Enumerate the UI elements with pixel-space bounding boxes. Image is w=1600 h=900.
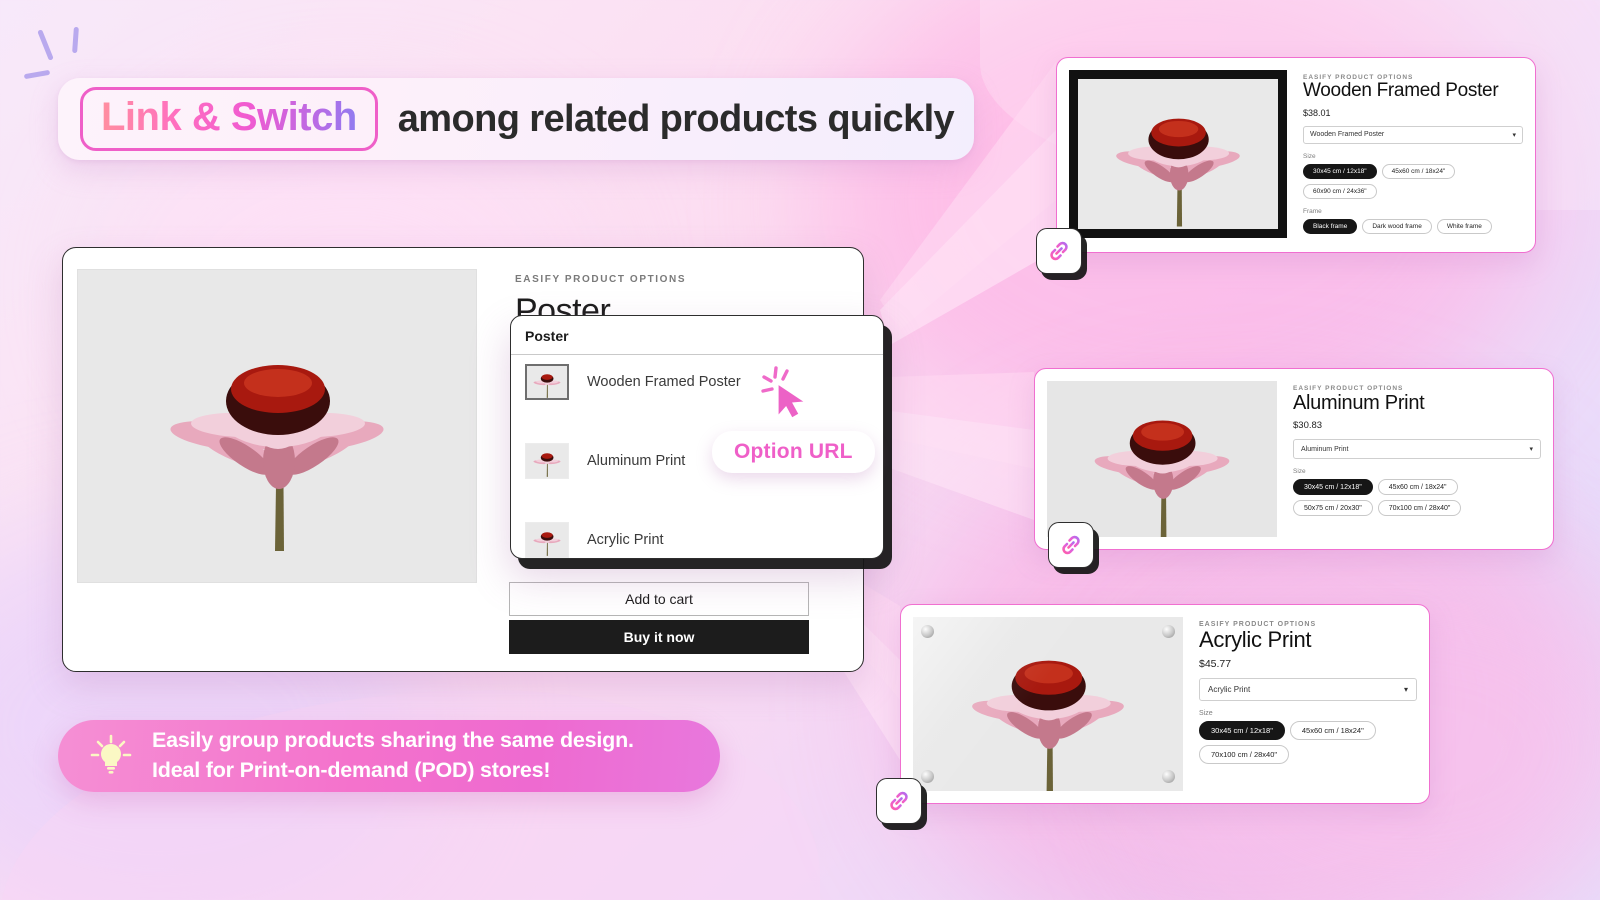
standoff-screw-icon xyxy=(1162,625,1175,638)
option-group-label-size: Size xyxy=(1303,152,1316,160)
link-badge-acrylic-print[interactable] xyxy=(876,778,922,824)
chevron-down-icon: ▾ xyxy=(1403,685,1408,695)
flower-illustration xyxy=(533,374,561,398)
product-card-acrylic-print: EASIFY PRODUCT OPTIONS Acrylic Print $45… xyxy=(900,604,1430,804)
dropdown-item-wooden-framed-poster[interactable]: Wooden Framed Poster xyxy=(511,355,883,409)
card-title: Wooden Framed Poster xyxy=(1303,80,1499,101)
headline-banner: Link & Switch among related products qui… xyxy=(58,78,974,160)
dropdown-item-thumbnail xyxy=(525,443,569,479)
option-chip-group-size: 30x45 cm / 12x18" 45x60 cm / 18x24" 60x9… xyxy=(1303,163,1523,199)
flower-illustration xyxy=(1094,420,1230,537)
standoff-screw-icon xyxy=(921,625,934,638)
card-variant-select-value: Acrylic Print xyxy=(1208,685,1251,695)
flower-illustration xyxy=(533,453,561,477)
standoff-screw-icon xyxy=(1162,770,1175,783)
flower-illustration xyxy=(1116,118,1240,227)
card-variant-select-value: Aluminum Print xyxy=(1301,445,1349,453)
sparkle-line xyxy=(23,69,51,80)
pointer-cursor-icon xyxy=(758,362,818,422)
card-title: Aluminum Print xyxy=(1293,392,1425,414)
option-chip[interactable]: Dark wood frame xyxy=(1362,218,1432,234)
option-chip[interactable]: 60x90 cm / 24x36" xyxy=(1303,183,1377,199)
card-eyebrow: EASIFY PRODUCT OPTIONS xyxy=(1293,385,1404,392)
option-url-tooltip: Option URL xyxy=(712,431,875,473)
info-banner: Easily group products sharing the same d… xyxy=(58,720,720,792)
main-product-eyebrow: EASIFY PRODUCT OPTIONS xyxy=(515,274,687,285)
flower-illustration xyxy=(170,365,384,551)
card-variant-select[interactable]: Aluminum Print ▾ xyxy=(1293,439,1541,459)
link-chain-icon xyxy=(890,791,908,811)
dropdown-header-label: Poster xyxy=(511,316,883,355)
option-chip[interactable]: 45x60 cm / 18x24" xyxy=(1377,479,1458,495)
option-group-label-size: Size xyxy=(1199,710,1213,718)
option-chip-group-size: 30x45 cm / 12x18" 45x60 cm / 18x24" 50x7… xyxy=(1293,479,1541,516)
card-price: $45.77 xyxy=(1199,658,1232,671)
option-chip[interactable]: 45x60 cm / 18x24" xyxy=(1289,721,1376,741)
acrylic-print-image xyxy=(913,617,1183,791)
add-to-cart-button[interactable]: Add to cart xyxy=(509,582,809,616)
wooden-framed-poster-details: EASIFY PRODUCT OPTIONS Wooden Framed Pos… xyxy=(1287,70,1523,240)
chevron-down-icon: ▾ xyxy=(1529,446,1533,453)
option-chip[interactable]: 30x45 cm / 12x18" xyxy=(1199,721,1285,741)
chevron-down-icon: ▾ xyxy=(1512,131,1516,139)
card-price: $38.01 xyxy=(1303,107,1331,118)
headline-badge-label: Link & Switch xyxy=(101,95,357,139)
dropdown-item-thumbnail xyxy=(525,522,569,558)
option-chip-group-size: 30x45 cm / 12x18" 45x60 cm / 18x24" 70x1… xyxy=(1199,721,1417,765)
sparkle-line xyxy=(37,29,54,61)
link-chain-icon xyxy=(1062,535,1080,555)
info-banner-line-1: Easily group products sharing the same d… xyxy=(152,728,634,753)
option-group-label-size: Size xyxy=(1293,468,1306,475)
wooden-framed-poster-image xyxy=(1069,70,1287,238)
link-chain-icon xyxy=(1050,241,1068,261)
card-price: $30.83 xyxy=(1293,420,1323,431)
flower-illustration xyxy=(533,532,561,556)
option-chip[interactable]: 45x60 cm / 18x24" xyxy=(1381,163,1456,179)
link-badge-aluminum-print[interactable] xyxy=(1048,522,1094,568)
link-badge-wooden-framed-poster[interactable] xyxy=(1036,228,1082,274)
sparkle-line xyxy=(72,26,79,54)
lightbulb-icon xyxy=(90,734,132,774)
dropdown-item-acrylic-print[interactable]: Acrylic Print xyxy=(511,513,883,558)
info-banner-line-2: Ideal for Print-on-demand (POD) stores! xyxy=(152,758,551,782)
card-variant-select[interactable]: Acrylic Print ▾ xyxy=(1199,678,1417,702)
aluminum-print-image xyxy=(1047,381,1277,537)
option-chip[interactable]: White frame xyxy=(1436,218,1492,234)
product-card-wooden-framed-poster: EASIFY PRODUCT OPTIONS Wooden Framed Pos… xyxy=(1056,57,1536,253)
option-chip[interactable]: 70x100 cm / 28x40" xyxy=(1199,745,1290,765)
headline-badge: Link & Switch xyxy=(80,87,378,151)
option-chip[interactable]: 30x45 cm / 12x18" xyxy=(1303,163,1377,179)
dropdown-item-thumbnail xyxy=(525,364,569,400)
acrylic-print-details: EASIFY PRODUCT OPTIONS Acrylic Print $45… xyxy=(1183,617,1417,791)
buy-it-now-button[interactable]: Buy it now xyxy=(509,620,809,654)
dropdown-item-label: Aluminum Print xyxy=(587,453,686,469)
option-chip[interactable]: 50x75 cm / 20x30" xyxy=(1293,500,1373,516)
card-variant-select-value: Wooden Framed Poster xyxy=(1310,131,1385,139)
aluminum-print-details: EASIFY PRODUCT OPTIONS Aluminum Print $3… xyxy=(1277,381,1541,537)
dropdown-item-label: Acrylic Print xyxy=(587,532,664,548)
flower-illustration xyxy=(972,660,1124,791)
option-group-label-frame: Frame xyxy=(1303,207,1322,215)
dropdown-item-label: Wooden Framed Poster xyxy=(587,374,741,390)
standoff-screw-icon xyxy=(921,770,934,783)
main-product-image xyxy=(77,269,477,583)
headline-rest-text: among related products quickly xyxy=(397,97,955,140)
option-chip[interactable]: 30x45 cm / 12x18" xyxy=(1293,479,1373,495)
option-chip-group-frame: Black frame Dark wood frame White frame xyxy=(1303,218,1523,234)
option-chip[interactable]: Black frame xyxy=(1303,218,1358,234)
card-title: Acrylic Print xyxy=(1199,627,1312,652)
product-card-aluminum-print: EASIFY PRODUCT OPTIONS Aluminum Print $3… xyxy=(1034,368,1554,550)
info-banner-text: Easily group products sharing the same d… xyxy=(152,726,634,785)
option-chip[interactable]: 70x100 cm / 28x40" xyxy=(1377,500,1462,516)
card-variant-select[interactable]: Wooden Framed Poster ▾ xyxy=(1303,125,1523,144)
